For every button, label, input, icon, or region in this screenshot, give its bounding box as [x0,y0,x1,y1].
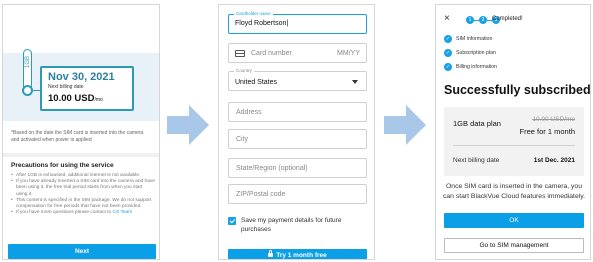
screen-plan-info: 1GB Nov 30, 2021 Next billing date 10.00… [2,4,160,260]
arrow-right-icon [167,105,209,145]
next-button[interactable]: Next [8,244,156,259]
screen-subscription-complete: × 1 2 3 Completed! ✓ SIM information ✓ S… [435,4,591,260]
try-free-button[interactable]: Try 1 month free [228,249,367,259]
page-title: Successfully subscribed! [444,83,591,97]
zip-placeholder: ZIP/Postal code [236,191,286,198]
completion-status: Completed! [492,16,523,22]
plan-price: 10.00 USD/mo [48,93,103,104]
country-label: Country [234,68,254,73]
original-price: 10.00 USD/mo [532,116,575,123]
billing-label: Next billing date [453,157,500,164]
close-icon[interactable]: × [444,13,450,24]
check-icon: ✓ [444,49,452,57]
price-unit: /mo [94,97,103,103]
list-item: If you have more questions please contac… [11,210,155,216]
state-field[interactable]: State/Region (optional) [228,158,367,178]
step-indicator: 1 [466,16,474,24]
city-field[interactable]: City [228,129,367,149]
activation-note: *Based on the date the SIM card is inser… [11,130,144,143]
billing-date: 1st Dec. 2021 [533,157,575,164]
save-payment-checkbox[interactable] [228,217,236,225]
step-indicator: 2 [479,16,487,24]
address-placeholder: Address [236,109,262,116]
divider [453,145,575,146]
card-number-placeholder: Card number [251,50,292,57]
card-number-field[interactable]: Card number MM/YY [228,43,367,63]
screen-payment-form: Cardholder name Floyd Robertson| Card nu… [218,4,375,260]
list-item: This content is specified in the SIM pac… [11,198,155,210]
list-item: If you have already inserted a SIM card … [11,179,155,198]
country-value: United States [235,79,278,86]
timeline-label: 1GB [25,56,31,69]
cardholder-name-label: Cardholder name [234,11,273,16]
sim-management-button[interactable]: Go to SIM management [444,238,584,253]
city-placeholder: City [236,136,249,143]
timeline-connector [32,90,40,91]
check-icon: ✓ [444,35,452,43]
billing-card: Nov 30, 2021 Next billing date 10.00 USD… [40,66,134,111]
lock-icon [268,250,274,257]
state-placeholder: State/Region (optional) [236,165,308,172]
billing-date: Nov 30, 2021 [48,71,115,83]
credit-card-icon [235,50,245,57]
billing-caption: Next billing date [48,84,84,90]
country-select[interactable]: Country United States [228,68,367,91]
precautions-title: Precautions for using the service [11,162,114,169]
ok-button[interactable]: OK [444,213,584,228]
cardholder-name-field[interactable]: Cardholder name Floyd Robertson| [228,11,367,34]
chevron-down-icon [352,80,358,84]
expiry-placeholder: MM/YY [337,50,360,57]
info-message: Once SIM card is inserted in the camera,… [442,183,586,200]
plan-name: 1GB data plan [453,119,501,128]
plan-summary: 1GB data plan 10.00 USD/mo Free for 1 mo… [444,107,584,176]
save-payment-label: Save my payment details for future purch… [241,217,342,233]
arrow-right-icon [384,105,426,145]
section-divider [3,153,159,157]
check-icon: ✓ [444,63,452,71]
cardholder-name-value: Floyd Robertson| [235,20,289,27]
offer-text: Free for 1 month [519,127,575,136]
zip-field[interactable]: ZIP/Postal code [228,184,367,204]
precautions-list: After 1GB is exhausted, additional inter… [11,173,155,217]
address-field[interactable]: Address [228,102,367,122]
cs-team-link[interactable]: CS Team [113,210,133,215]
